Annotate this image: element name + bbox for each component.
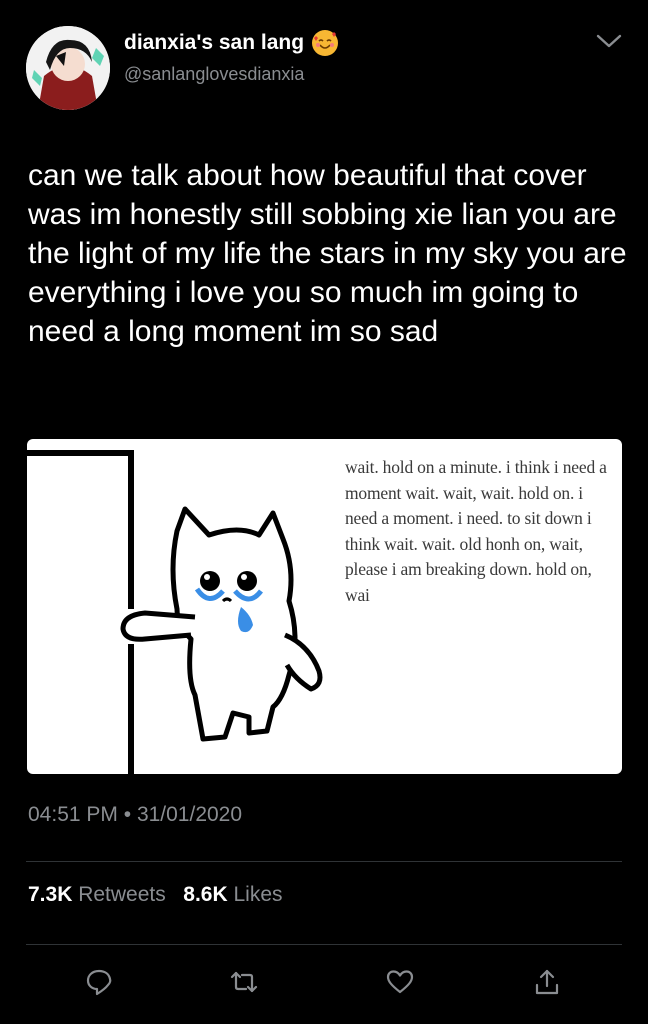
tweet-timestamp[interactable]: 04:51 PM • 31/01/2020 xyxy=(28,803,242,827)
chevron-down-icon[interactable] xyxy=(594,26,624,56)
tweet-text: can we talk about how beautiful that cov… xyxy=(28,159,627,348)
retweet-icon xyxy=(230,971,258,993)
divider xyxy=(26,944,622,945)
smiling-face-with-hearts-icon xyxy=(312,30,339,56)
likes-stat[interactable]: 8.6K Likes xyxy=(183,883,282,906)
share-button[interactable] xyxy=(527,962,567,1002)
divider xyxy=(26,861,622,862)
meme-text: wait. hold on a minute. i think i need a… xyxy=(345,457,607,605)
reply-button[interactable] xyxy=(79,962,119,1002)
meta-separator: • xyxy=(123,803,132,826)
handle[interactable]: @sanlanglovesdianxia xyxy=(124,64,304,85)
share-icon xyxy=(535,969,559,995)
retweets-count: 7.3K xyxy=(28,883,73,906)
like-button[interactable] xyxy=(380,962,420,1002)
reply-icon xyxy=(86,969,112,996)
tweet-stats: 7.3K Retweets 8.6K Likes xyxy=(28,883,283,907)
likes-count: 8.6K xyxy=(183,883,228,906)
tweet-media[interactable]: wait. hold on a minute. i think i need a… xyxy=(27,439,622,774)
heart-icon xyxy=(386,970,414,994)
display-name-text: dianxia's san lang xyxy=(124,31,305,54)
likes-label: Likes xyxy=(233,883,283,906)
display-name[interactable]: dianxia's san lang xyxy=(124,30,339,56)
tweet-time: 04:51 PM xyxy=(28,803,118,826)
retweets-stat[interactable]: 7.3K Retweets xyxy=(28,883,172,906)
avatar[interactable] xyxy=(26,26,110,110)
avatar-image xyxy=(26,26,110,110)
retweets-label: Retweets xyxy=(78,883,166,906)
retweet-button[interactable] xyxy=(224,962,264,1002)
tweet-date: 31/01/2020 xyxy=(136,803,243,826)
